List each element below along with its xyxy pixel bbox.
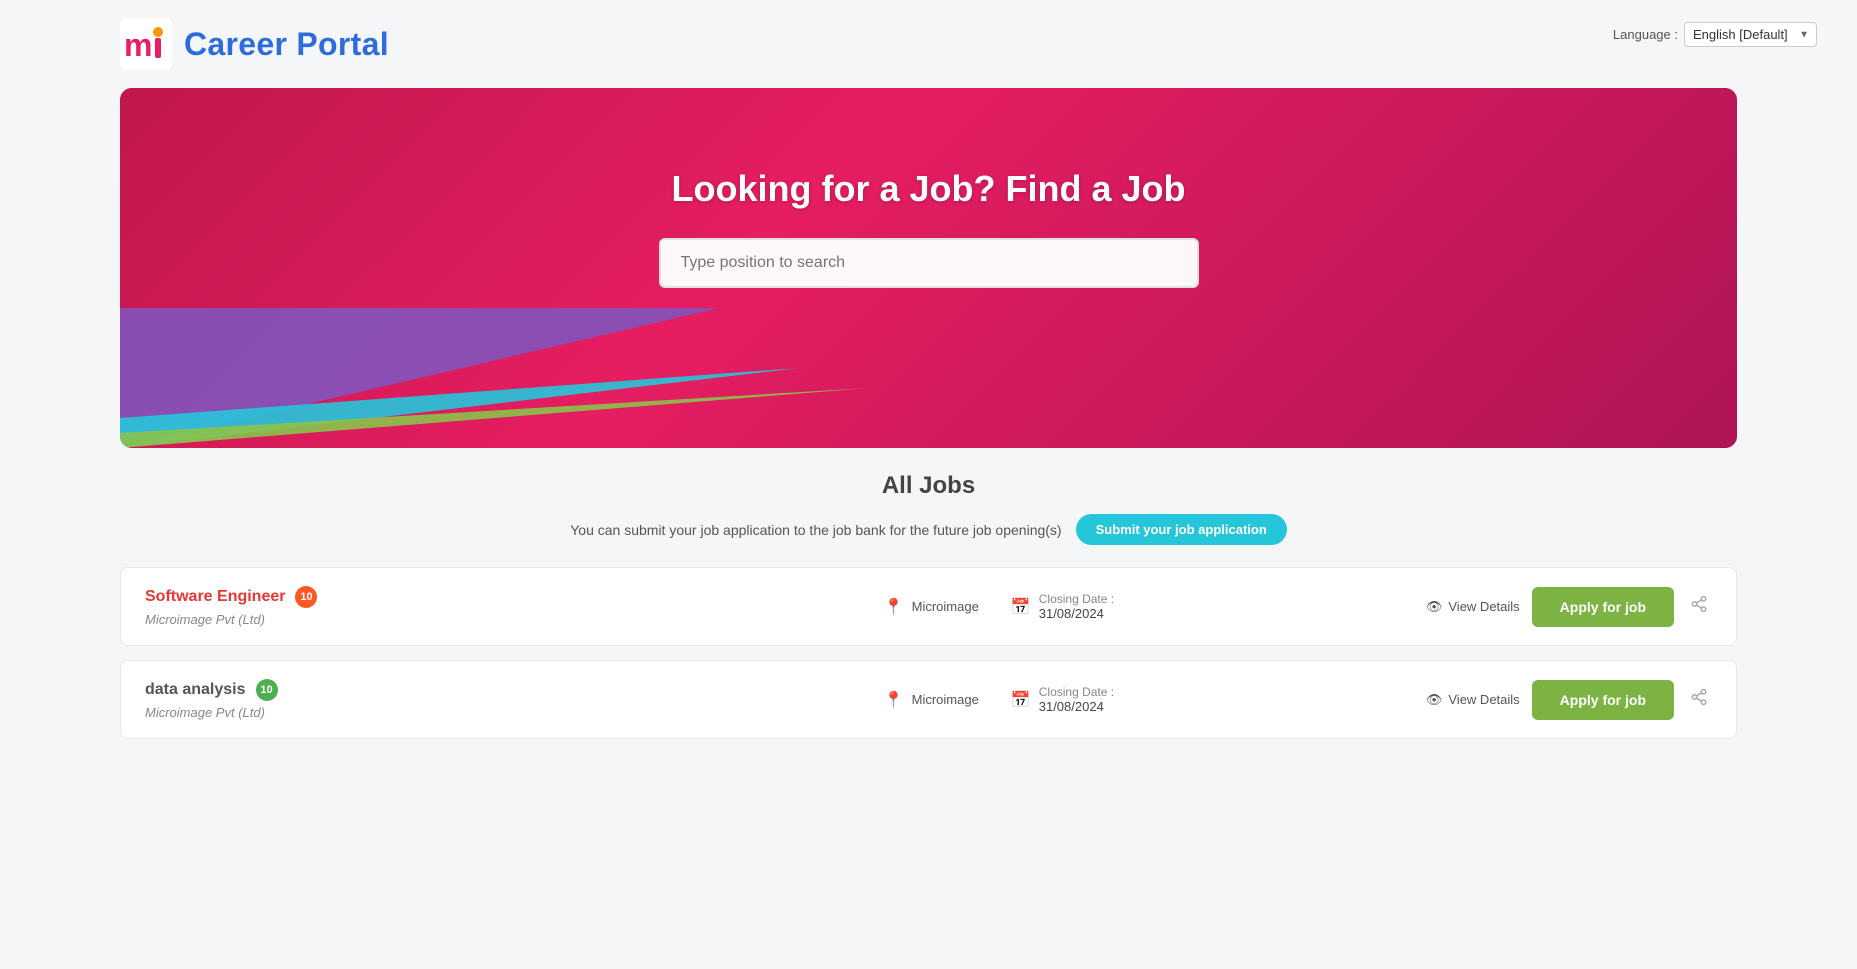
hero-heading: Looking for a Job? Find a Job [672, 168, 1186, 210]
job-company: Microimage Pvt (Ltd) [145, 705, 572, 720]
job-closing-date: 📅 Closing Date : 31/08/2024 [1011, 592, 1114, 621]
view-details-button[interactable]: 👁 View Details [1426, 599, 1520, 615]
job-card: Software Engineer 10 Microimage Pvt (Ltd… [120, 567, 1737, 646]
calendar-icon: 📅 [1011, 597, 1031, 617]
language-label: Language : [1613, 27, 1678, 42]
logo-area: m Career Portal [120, 18, 389, 70]
apply-for-job-button[interactable]: Apply for job [1532, 587, 1674, 627]
share-icon [1690, 595, 1708, 613]
job-closing-date: 📅 Closing Date : 31/08/2024 [1011, 685, 1114, 714]
job-actions: 👁 View Details Apply for job [1426, 587, 1712, 627]
closing-date-value: 31/08/2024 [1039, 699, 1114, 714]
job-title: Software Engineer [145, 588, 285, 606]
location-icon: 📍 [884, 690, 904, 710]
job-actions: 👁 View Details Apply for job [1426, 680, 1712, 720]
logo-icon: m [120, 18, 172, 70]
view-details-button[interactable]: 👁 View Details [1426, 692, 1520, 708]
job-meta: 📍 Microimage 📅 Closing Date : 31/08/2024 [572, 685, 1426, 714]
job-title: data analysis [145, 681, 246, 699]
portal-title: Career Portal [184, 26, 389, 63]
job-location: 📍 Microimage [884, 690, 979, 710]
job-location-text: Microimage [912, 599, 979, 614]
view-details-label: View Details [1448, 692, 1519, 707]
closing-date-label: Closing Date : [1039, 685, 1114, 699]
language-select[interactable]: English [Default] Sinhala Tamil [1684, 22, 1817, 47]
hero-content: Looking for a Job? Find a Job [120, 88, 1737, 288]
closing-date-block: Closing Date : 31/08/2024 [1039, 685, 1114, 714]
jobs-subtitle-row: You can submit your job application to t… [120, 514, 1737, 545]
job-card: data analysis 10 Microimage Pvt (Ltd) 📍 … [120, 660, 1737, 739]
share-button[interactable] [1686, 684, 1712, 715]
jobs-section-title: All Jobs [120, 472, 1737, 500]
apply-for-job-button[interactable]: Apply for job [1532, 680, 1674, 720]
closing-date-value: 31/08/2024 [1039, 606, 1114, 621]
hero-decorative-triangles [120, 308, 1737, 448]
view-details-label: View Details [1448, 599, 1519, 614]
position-search-input[interactable] [659, 238, 1199, 288]
job-count-badge: 10 [295, 586, 317, 608]
closing-date-block: Closing Date : 31/08/2024 [1039, 592, 1114, 621]
eye-icon: 👁 [1426, 599, 1443, 615]
svg-text:m: m [124, 27, 152, 63]
jobs-section: All Jobs You can submit your job applica… [120, 448, 1737, 739]
job-location-text: Microimage [912, 692, 979, 707]
calendar-icon: 📅 [1011, 690, 1031, 710]
closing-date-label: Closing Date : [1039, 592, 1114, 606]
jobs-subtitle-text: You can submit your job application to t… [570, 522, 1061, 538]
hero-banner: Looking for a Job? Find a Job [120, 88, 1737, 448]
job-info: Software Engineer 10 Microimage Pvt (Ltd… [145, 586, 572, 627]
job-location: 📍 Microimage [884, 597, 979, 617]
job-info: data analysis 10 Microimage Pvt (Ltd) [145, 679, 572, 720]
share-icon [1690, 688, 1708, 706]
eye-icon: 👁 [1426, 692, 1443, 708]
job-title-row: Software Engineer 10 [145, 586, 572, 608]
location-icon: 📍 [884, 597, 904, 617]
job-meta: 📍 Microimage 📅 Closing Date : 31/08/2024 [572, 592, 1426, 621]
job-count-badge: 10 [256, 679, 278, 701]
submit-job-application-button[interactable]: Submit your job application [1076, 514, 1287, 545]
header: m Career Portal Language : English [Defa… [0, 0, 1857, 88]
job-title-row: data analysis 10 [145, 679, 572, 701]
language-dropdown-wrapper[interactable]: English [Default] Sinhala Tamil ▼ [1684, 22, 1817, 47]
share-button[interactable] [1686, 591, 1712, 622]
job-company: Microimage Pvt (Ltd) [145, 612, 572, 627]
language-selector: Language : English [Default] Sinhala Tam… [1613, 22, 1817, 47]
